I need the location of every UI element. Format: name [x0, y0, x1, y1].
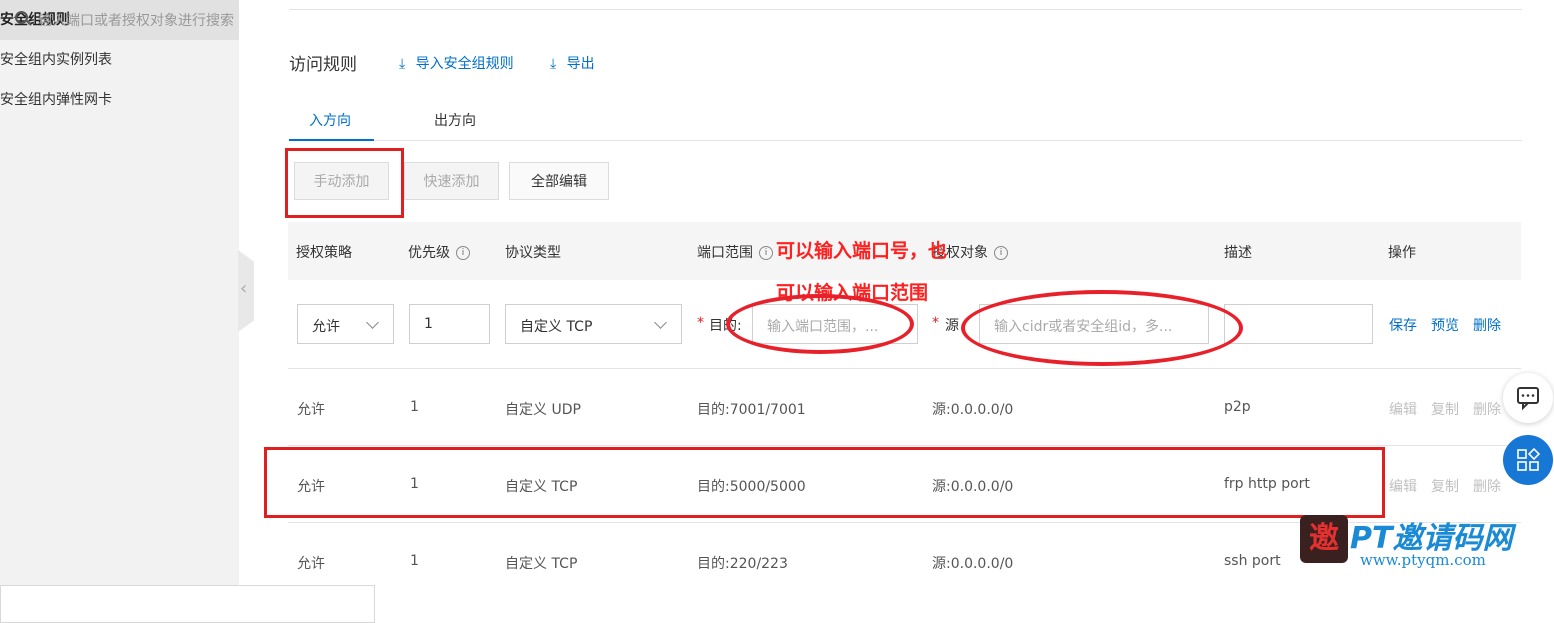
cell-description: ssh port: [1224, 553, 1281, 569]
tab-outbound[interactable]: 出方向: [434, 110, 476, 130]
description-input[interactable]: [1224, 304, 1373, 344]
cell-policy: 允许: [297, 556, 325, 572]
export-icon: ⤓: [550, 56, 557, 72]
watermark-url: www.ptyqm.com: [1360, 551, 1486, 569]
sidebar-item-eni[interactable]: 安全组内弹性网卡: [0, 80, 239, 120]
required-mark: *: [697, 315, 704, 331]
annotation-box-manual-add: [285, 148, 404, 218]
import-icon: ⤓: [399, 56, 406, 72]
delete-button[interactable]: 删除: [1473, 315, 1501, 335]
cell-port: 目的:220/223: [697, 556, 788, 572]
cell-source: 源:0.0.0.0/0: [932, 556, 1014, 572]
search-placeholder: 输入端口或者授权对象进行搜索: [38, 13, 234, 29]
save-button[interactable]: 保存: [1389, 315, 1417, 335]
feedback-button[interactable]: [1503, 373, 1553, 423]
col-policy: 授权策略: [296, 245, 352, 261]
tabs-divider: [289, 140, 1522, 141]
cell-description: p2p: [1224, 399, 1251, 415]
chevron-left-icon: ‹: [240, 278, 248, 299]
policy-value: 允许: [312, 319, 340, 335]
protocol-value: 自定义 TCP: [520, 319, 593, 335]
info-icon[interactable]: i: [994, 246, 1008, 260]
search-input[interactable]: 输入端口或者授权对象进行搜索: [0, 11, 375, 623]
annotation-box-row: [264, 447, 1385, 518]
chevron-down-icon: [366, 316, 379, 329]
watermark-logo: 邀 PT邀请码网 www.ptyqm.com: [1300, 515, 1550, 585]
tab-inbound[interactable]: 入方向: [309, 110, 351, 130]
edit-all-button[interactable]: 全部编辑: [509, 162, 609, 200]
edit-button[interactable]: 编辑: [1389, 399, 1417, 419]
cell-protocol: 自定义 TCP: [505, 556, 578, 572]
annotation-ellipse: [726, 294, 914, 354]
apps-button[interactable]: [1503, 435, 1553, 485]
preview-button[interactable]: 预览: [1431, 315, 1459, 335]
active-tab-indicator: [289, 139, 374, 141]
row-divider: [288, 445, 1521, 446]
row-divider: [288, 368, 1521, 369]
priority-input[interactable]: 1: [409, 304, 490, 344]
copy-button[interactable]: 复制: [1431, 399, 1459, 419]
col-protocol: 协议类型: [505, 245, 561, 261]
annotation-text: 可以输入端口号，也: [776, 240, 948, 262]
page-title: 访问规则: [289, 55, 357, 75]
chat-icon: [1517, 387, 1539, 411]
import-label: 导入安全组规则: [415, 56, 514, 72]
edit-button[interactable]: 编辑: [1389, 476, 1417, 496]
cell-port: 目的:7001/7001: [697, 402, 806, 418]
cell-policy: 允许: [297, 402, 325, 418]
sidebar-item-instances[interactable]: 安全组内实例列表: [0, 40, 239, 80]
quick-add-button[interactable]: 快速添加: [404, 162, 499, 200]
seal-icon: 邀: [1300, 515, 1348, 563]
cell-protocol: 自定义 UDP: [505, 402, 581, 418]
source-label: 源: [945, 318, 959, 334]
delete-button[interactable]: 删除: [1473, 476, 1501, 496]
annotation-ellipse: [961, 290, 1243, 366]
info-icon[interactable]: i: [456, 246, 470, 260]
cell-priority: 1: [410, 399, 419, 415]
required-mark: *: [932, 315, 939, 331]
delete-button[interactable]: 删除: [1473, 399, 1501, 419]
info-icon[interactable]: i: [759, 246, 773, 260]
cell-priority: 1: [410, 553, 419, 569]
apps-icon: [1517, 447, 1541, 471]
col-port-range: 端口范围 i: [697, 242, 773, 262]
export-link[interactable]: ⤓ 导出: [550, 53, 595, 73]
sidebar: 安全组规则 安全组内实例列表 安全组内弹性网卡: [0, 0, 239, 585]
cell-source: 源:0.0.0.0/0: [932, 402, 1014, 418]
divider: [289, 9, 1522, 10]
export-label: 导出: [566, 56, 595, 72]
col-description: 描述: [1224, 245, 1252, 261]
priority-value: 1: [424, 316, 433, 332]
protocol-select[interactable]: 自定义 TCP: [505, 304, 682, 344]
sidebar-collapse-handle[interactable]: ‹: [238, 250, 254, 332]
chevron-down-icon: [654, 316, 667, 329]
col-actions: 操作: [1388, 245, 1416, 261]
col-priority: 优先级 i: [408, 242, 470, 262]
copy-button[interactable]: 复制: [1431, 476, 1459, 496]
policy-select[interactable]: 允许: [297, 304, 394, 344]
import-rules-link[interactable]: ⤓ 导入安全组规则: [399, 53, 514, 73]
search-icon: [15, 11, 28, 24]
